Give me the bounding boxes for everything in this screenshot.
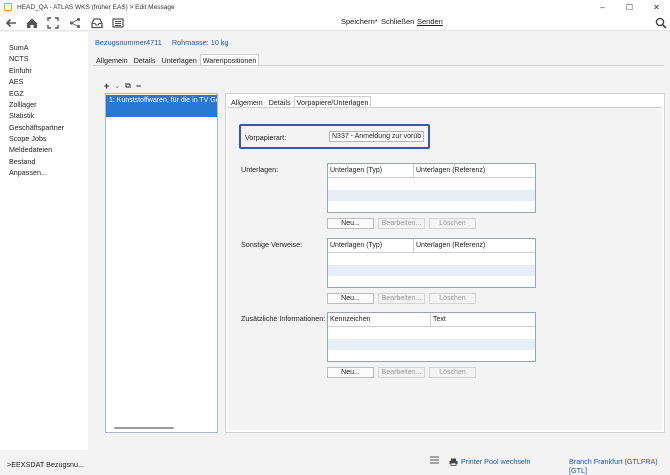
gross-mass: Rohmasse: 10 kg [171,38,229,47]
app-icon [4,3,12,11]
sidebar-item-ncts[interactable]: NCTS [9,54,29,63]
table-row[interactable] [328,190,535,201]
tab-unterlagen[interactable]: Unterlagen [159,54,200,65]
sidebar-item-geschaeftspartner[interactable]: Geschäftspartner [9,123,64,132]
new-info-button[interactable]: Neu... [327,367,374,378]
minimize-button[interactable]: – [589,0,616,14]
new-verweis-button[interactable]: Neu... [327,293,374,304]
vorpapiere-panel: Vorpapierart: N337 - Anmeldung zur vorüb… [228,108,662,430]
horizontal-scrollbar[interactable] [114,427,174,429]
sidebar: SumA NCTS Einfuhr AES EGZ Zolllager Stat… [0,32,88,457]
detail-tabs: Allgemein Details Vorpapiere/Unterlagen [228,96,372,107]
vorpapierart-field[interactable]: N337 - Anmeldung zur vorüb [329,131,424,142]
sidebar-item-statistik[interactable]: Statistik [9,111,34,120]
status-message[interactable]: >EEXSDAT Bezugsnu... [7,460,84,469]
positions-list: 1: Kunststoffwaren, für die in TV Ge [105,93,218,433]
printer-icon [449,458,458,466]
toolbar: Speichern* Schließen Senden [0,14,670,31]
sidebar-item-bestand[interactable]: Bestand [9,157,35,166]
new-unterlage-button[interactable]: Neu... [327,218,374,229]
main-tabs: Allgemein Details Unterlagen Warenpositi… [93,54,260,65]
sidebar-item-aes[interactable]: AES [9,77,23,86]
edit-unterlage-button[interactable]: Bearbeiten... [378,218,425,229]
maximize-button[interactable]: ☐ [616,0,643,14]
edit-info-button[interactable]: Bearbeiten... [378,367,425,378]
sidebar-item-egz[interactable]: EGZ [9,89,24,98]
column-header[interactable]: Kennzeichen [328,313,431,327]
printer-pool-link[interactable]: Printer Pool wechseln [449,457,531,466]
position-detail: Allgemein Details Vorpapiere/Unterlagen … [225,93,665,433]
sonstige-verweise-label: Sonstige Verweise: [241,240,303,249]
search-icon[interactable] [654,16,668,29]
tab-position-allgemein[interactable]: Allgemein [228,96,266,107]
home-icon[interactable] [25,16,39,29]
zusaetzliche-informationen-table: Kennzeichen Text [327,312,536,362]
header-info: Bezugsnummer4711 Rohmasse: 10 kg [95,38,237,47]
positions-panel: + ⌄ ⧉ − 1: Kunststoffwaren, für die in T… [94,66,665,470]
sidebar-item-einfuhr[interactable]: Einfuhr [9,66,32,75]
tab-warenpositionen[interactable]: Warenpositionen [199,54,260,65]
sonstige-verweise-table: Unterlagen (Typ) Unterlagen (Referenz) [327,238,536,288]
window-controls: – ☐ ✕ [589,0,670,14]
sidebar-item-anpassen[interactable]: Anpassen... [9,168,47,177]
tab-details[interactable]: Details [131,54,159,65]
printer-pool-label: Printer Pool wechseln [461,457,531,466]
edit-verweis-button[interactable]: Bearbeiten... [378,293,425,304]
column-header[interactable]: Text [431,313,446,327]
tab-position-details[interactable]: Details [266,96,294,107]
add-position-button[interactable]: + [104,81,109,91]
send-button[interactable]: Senden [417,17,443,26]
remove-position-button[interactable]: − [136,81,141,91]
close-window-button[interactable]: ✕ [643,0,670,14]
share-icon[interactable] [68,16,82,29]
column-header[interactable]: Unterlagen (Referenz) [414,164,485,178]
main-area: Bezugsnummer4711 Rohmasse: 10 kg Allgeme… [88,32,670,450]
title-bar: HEAD_QA - ATLAS WKS (früher EAS) > Edit … [0,0,670,14]
column-header[interactable]: Unterlagen (Typ) [328,239,414,253]
sidebar-item-suma[interactable]: SumA [9,43,29,52]
table-row[interactable] [328,339,535,350]
expand-icon[interactable] [46,16,60,29]
delete-info-button[interactable]: Löschen [429,367,476,378]
delete-unterlage-button[interactable]: Löschen [429,218,476,229]
list-item[interactable]: 1: Kunststoffwaren, für die in TV Ge [106,95,217,117]
sidebar-item-zolllager[interactable]: Zolllager [9,100,37,109]
menu-lines-icon[interactable] [430,456,439,466]
column-header[interactable]: Unterlagen (Typ) [328,164,414,178]
branch-link[interactable]: Branch Frankfurt (GTLFRA) [GTL] [569,457,670,475]
vorpapier-highlight: Vorpapierart: N337 - Anmeldung zur vorüb [239,124,430,149]
zusaetzliche-informationen-label: Zusätzliche Informationen: [241,314,326,323]
back-arrow-icon[interactable] [4,16,18,29]
delete-verweis-button[interactable]: Löschen [429,293,476,304]
sidebar-item-meldedateien[interactable]: Meldedateien [9,145,52,154]
inbox-icon[interactable] [90,16,104,29]
table-row[interactable] [328,265,535,276]
close-button[interactable]: Schließen [381,17,414,26]
reference-number: Bezugsnummer4711 [95,38,162,47]
column-header[interactable]: Unterlagen (Referenz) [414,239,485,253]
add-menu-chevron-icon[interactable]: ⌄ [114,82,120,90]
sidebar-item-scope-jobs[interactable]: Scope Jobs [9,134,47,143]
status-bar: >EEXSDAT Bezugsnu... Printer Pool wechse… [0,450,670,475]
positions-toolbar: + ⌄ ⧉ − [104,81,141,91]
tab-vorpapiere-unterlagen[interactable]: Vorpapiere/Unterlagen [293,96,372,107]
copy-position-button[interactable]: ⧉ [125,81,131,91]
unterlagen-table: Unterlagen (Typ) Unterlagen (Referenz) [327,163,536,213]
window-title: HEAD_QA - ATLAS WKS (früher EAS) > Edit … [17,3,175,11]
save-button[interactable]: Speichern* [341,17,378,26]
unterlagen-label: Unterlagen: [241,165,279,174]
list-icon[interactable] [111,16,125,29]
tab-allgemein[interactable]: Allgemein [93,54,131,65]
vorpapierart-label: Vorpapierart: [245,133,287,142]
